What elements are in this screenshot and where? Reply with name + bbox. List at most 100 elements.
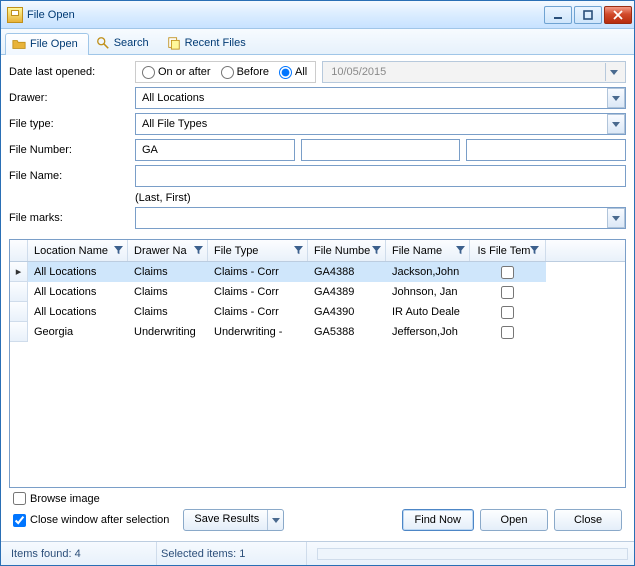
file-number-input-2[interactable] <box>301 139 461 161</box>
cell-is-template[interactable] <box>470 282 546 302</box>
grid-body[interactable]: ▸All LocationsClaimsClaims - CorrGA4388J… <box>10 262 625 487</box>
grid-header: Location Name Drawer Na File Type File N… <box>10 240 625 262</box>
window-buttons <box>544 6 632 24</box>
drawer-value: All Locations <box>142 92 204 104</box>
cell: Claims <box>128 302 208 322</box>
file-open-window: File Open File Open Search Recent Files <box>0 0 635 566</box>
file-number-input-3[interactable] <box>466 139 626 161</box>
dropdown-arrow-icon[interactable] <box>607 208 625 228</box>
content-area: Date last opened: On or after Before All… <box>1 55 634 541</box>
date-picker[interactable]: 10/05/2015 <box>322 61 626 83</box>
row-indicator: ▸ <box>10 262 28 282</box>
col-file-number[interactable]: File Numbe <box>308 240 386 261</box>
results-grid: Location Name Drawer Na File Type File N… <box>9 239 626 488</box>
col-drawer-name[interactable]: Drawer Na <box>128 240 208 261</box>
filter-icon[interactable] <box>530 246 539 255</box>
open-button[interactable]: Open <box>480 509 548 531</box>
maximize-button[interactable] <box>574 6 602 24</box>
window-title: File Open <box>27 8 544 21</box>
grid-row-header <box>10 240 28 261</box>
cell: All Locations <box>28 282 128 302</box>
col-location-name[interactable]: Location Name <box>28 240 128 261</box>
folder-open-icon <box>12 37 26 51</box>
table-row[interactable]: All LocationsClaimsClaims - CorrGA4389Jo… <box>10 282 625 302</box>
close-after-selection-checkbox[interactable]: Close window after selection <box>13 514 169 527</box>
filter-icon[interactable] <box>372 246 381 255</box>
footer-options: Browse image Close window after selectio… <box>9 488 626 537</box>
file-name-label: File Name: <box>9 170 135 182</box>
radio-all[interactable]: All <box>279 66 307 79</box>
table-row[interactable]: All LocationsClaimsClaims - CorrGA4390IR… <box>10 302 625 322</box>
file-name-hint: (Last, First) <box>135 192 626 204</box>
cell: GA5388 <box>308 322 386 342</box>
cell-is-template[interactable] <box>470 302 546 322</box>
tab-label: Recent Files <box>185 37 246 49</box>
cell: Jackson,John <box>386 262 470 282</box>
col-is-file-template[interactable]: Is File Tem <box>470 240 546 261</box>
filter-icon[interactable] <box>114 246 123 255</box>
browse-image-checkbox[interactable]: Browse image <box>13 492 284 505</box>
cell: All Locations <box>28 302 128 322</box>
cell: Jefferson,Joh <box>386 322 470 342</box>
recent-icon <box>167 36 181 50</box>
radio-before[interactable]: Before <box>221 66 269 79</box>
dropdown-arrow-icon <box>605 63 621 81</box>
dropdown-arrow-icon[interactable] <box>607 114 625 134</box>
cell: Claims <box>128 282 208 302</box>
close-button[interactable]: Close <box>554 509 622 531</box>
date-last-opened-label: Date last opened: <box>9 66 135 78</box>
filter-icon[interactable] <box>456 246 465 255</box>
tab-recent-files[interactable]: Recent Files <box>160 32 257 54</box>
date-value: 10/05/2015 <box>331 66 386 78</box>
tab-search[interactable]: Search <box>89 32 160 54</box>
cell: Underwriting - <box>208 322 308 342</box>
cell: Georgia <box>28 322 128 342</box>
status-bar: Items found: 4 Selected items: 1 <box>1 541 634 565</box>
file-type-combo[interactable]: All File Types <box>135 113 626 135</box>
radio-on-or-after[interactable]: On or after <box>142 66 211 79</box>
col-file-name[interactable]: File Name <box>386 240 470 261</box>
file-marks-label: File marks: <box>9 212 135 224</box>
cell-is-template[interactable] <box>470 262 546 282</box>
row-indicator <box>10 322 28 342</box>
cell: All Locations <box>28 262 128 282</box>
cell: GA4390 <box>308 302 386 322</box>
file-marks-combo[interactable] <box>135 207 626 229</box>
cell-is-template[interactable] <box>470 322 546 342</box>
filter-icon[interactable] <box>294 246 303 255</box>
status-progress <box>317 548 628 560</box>
titlebar: File Open <box>1 1 634 29</box>
dropdown-arrow-icon[interactable] <box>607 88 625 108</box>
file-type-label: File type: <box>9 118 135 130</box>
table-row[interactable]: GeorgiaUnderwritingUnderwriting -GA5388J… <box>10 322 625 342</box>
tab-bar: File Open Search Recent Files <box>1 29 634 55</box>
file-number-input-1[interactable] <box>135 139 295 161</box>
minimize-button[interactable] <box>544 6 572 24</box>
col-file-type[interactable]: File Type <box>208 240 308 261</box>
cell: Claims - Corr <box>208 262 308 282</box>
save-results-button[interactable]: Save Results <box>183 509 284 531</box>
file-name-input[interactable] <box>135 165 626 187</box>
tab-label: Search <box>114 37 149 49</box>
table-row[interactable]: ▸All LocationsClaimsClaims - CorrGA4388J… <box>10 262 625 282</box>
tab-file-open[interactable]: File Open <box>5 33 89 55</box>
drawer-combo[interactable]: All Locations <box>135 87 626 109</box>
row-indicator <box>10 282 28 302</box>
file-number-label: File Number: <box>9 144 135 156</box>
folder-open-icon <box>7 7 23 23</box>
cell: GA4389 <box>308 282 386 302</box>
file-type-value: All File Types <box>142 118 207 130</box>
cell: Johnson, Jan <box>386 282 470 302</box>
tab-label: File Open <box>30 38 78 50</box>
row-indicator <box>10 302 28 322</box>
find-now-button[interactable]: Find Now <box>402 509 474 531</box>
cell: Claims - Corr <box>208 302 308 322</box>
filter-icon[interactable] <box>194 246 203 255</box>
close-window-button[interactable] <box>604 6 632 24</box>
drawer-label: Drawer: <box>9 92 135 104</box>
cell: Underwriting <box>128 322 208 342</box>
search-icon <box>96 36 110 50</box>
dropdown-arrow-icon[interactable] <box>267 510 283 530</box>
cell: Claims - Corr <box>208 282 308 302</box>
date-radio-group: On or after Before All <box>135 61 316 83</box>
